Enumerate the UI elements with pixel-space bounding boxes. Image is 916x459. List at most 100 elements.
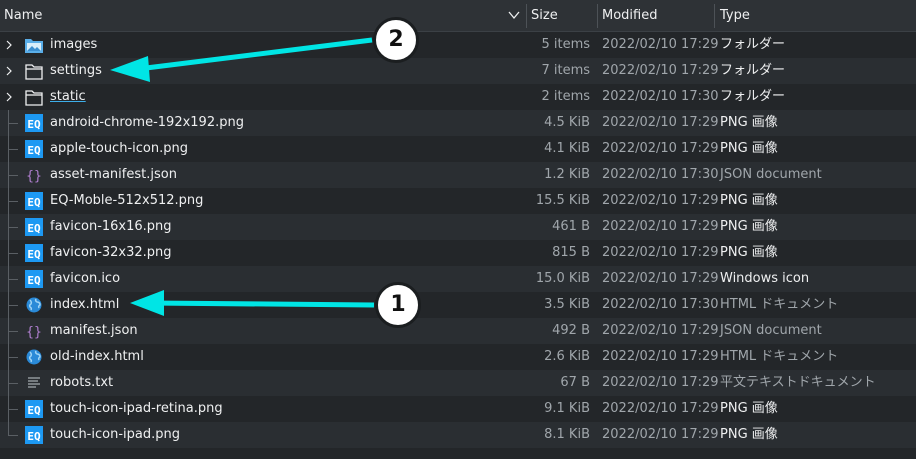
png-image-icon: EQ (25, 218, 43, 236)
file-size: 9.1 KiB (544, 401, 590, 416)
file-name: old-index.html (50, 349, 144, 364)
file-type: 平文テキストドキュメント (720, 375, 876, 390)
file-name: images (50, 37, 98, 52)
tree-branch (8, 357, 18, 358)
folder-images-icon (25, 39, 43, 53)
file-type: JSON document (720, 323, 822, 338)
file-modified: 2022/02/10 17:29 (602, 63, 719, 78)
file-name: static (50, 89, 86, 104)
file-type: JSON document (720, 167, 822, 182)
file-size: 8.1 KiB (544, 427, 590, 442)
json-file-icon: {} (26, 325, 42, 340)
chevron-right-icon[interactable] (4, 40, 14, 50)
svg-text:EQ: EQ (27, 222, 41, 235)
column-header-size[interactable]: Size (527, 0, 597, 32)
file-modified: 2022/02/10 17:29 (602, 401, 719, 416)
file-row[interactable]: EQ EQ-Moble-512x512.png 15.5 KiB 2022/02/10… (0, 188, 916, 214)
svg-text:EQ: EQ (27, 274, 41, 287)
tree-branch (8, 383, 18, 384)
file-size: 2.6 KiB (544, 349, 590, 364)
file-modified: 2022/02/10 17:30 (602, 167, 719, 182)
tree-branch (8, 279, 18, 280)
file-size: 492 B (552, 323, 590, 338)
file-type: PNG 画像 (720, 115, 778, 130)
globe-icon (26, 349, 42, 365)
chevron-down-icon[interactable] (507, 8, 521, 22)
file-row[interactable]: robots.txt 67 B 2022/02/10 17:29 平文テキストドキュメ… (0, 370, 916, 396)
file-type: フォルダー (720, 63, 786, 78)
svg-text:EQ: EQ (27, 404, 41, 417)
folder-icon (25, 90, 43, 106)
column-header-modified-label: Modified (602, 8, 658, 23)
folder-row[interactable]: static 2 items 2022/02/10 17:30 フォルダー (0, 84, 916, 110)
tree-branch (8, 149, 18, 150)
file-size: 15.5 KiB (535, 193, 590, 208)
tree-branch (8, 331, 18, 332)
file-size: 4.1 KiB (544, 141, 590, 156)
column-header-name-label: Name (4, 8, 43, 23)
column-header-type[interactable]: Type (716, 0, 916, 32)
tree-branch (8, 227, 18, 228)
annotation-badge-2: 2 (373, 17, 419, 63)
file-type: PNG 画像 (720, 141, 778, 156)
file-size: 5 items (541, 37, 590, 52)
file-row[interactable]: EQ apple-touch-icon.png 4.1 KiB 2022/02/10 … (0, 136, 916, 162)
chevron-right-icon[interactable] (4, 92, 14, 102)
file-size: 3.5 KiB (544, 297, 590, 312)
column-header-modified[interactable]: Modified (598, 0, 714, 32)
file-row[interactable]: EQ touch-icon-ipad.png 8.1 KiB 2022/02/10 1… (0, 422, 916, 448)
png-image-icon: EQ (25, 114, 43, 132)
svg-text:EQ: EQ (27, 248, 41, 261)
chevron-right-icon[interactable] (4, 66, 14, 76)
text-file-icon (28, 377, 40, 388)
tree-branch (8, 435, 18, 436)
file-name: EQ-Moble-512x512.png (50, 193, 204, 208)
file-row[interactable]: EQ favicon-16x16.png 461 B 2022/02/10 17:29… (0, 214, 916, 240)
file-name: apple-touch-icon.png (50, 141, 188, 156)
png-image-icon: EQ (25, 270, 43, 288)
file-name: android-chrome-192x192.png (50, 115, 244, 130)
file-row[interactable]: EQ favicon.ico 15.0 KiB 2022/02/10 17:29 Win… (0, 266, 916, 292)
file-name: index.html (50, 297, 120, 312)
file-name: settings (50, 63, 102, 78)
file-row[interactable]: EQ favicon-32x32.png 815 B 2022/02/10 17:29… (0, 240, 916, 266)
file-row[interactable]: EQ android-chrome-192x192.png 4.5 KiB 2022/… (0, 110, 916, 136)
file-modified: 2022/02/10 17:30 (602, 297, 719, 312)
tree-line (8, 422, 9, 435)
file-row[interactable]: EQ touch-icon-ipad-retina.png 9.1 KiB 2022/… (0, 396, 916, 422)
file-name: favicon-32x32.png (50, 245, 172, 260)
file-modified: 2022/02/10 17:29 (602, 193, 719, 208)
file-type: HTML ドキュメント (720, 297, 839, 312)
svg-text:{}: {} (26, 325, 42, 340)
tree-branch (8, 123, 18, 124)
tree-branch (8, 409, 18, 410)
file-size: 15.0 KiB (535, 271, 590, 286)
file-row[interactable]: {} asset-manifest.json 1.2 KiB 2022/02/10 1… (0, 162, 916, 188)
file-modified: 2022/02/10 17:29 (602, 37, 719, 52)
file-modified: 2022/02/10 17:29 (602, 349, 719, 364)
tree-branch (8, 175, 18, 176)
png-image-icon: EQ (25, 400, 43, 418)
folder-row[interactable]: images 5 items 2022/02/10 17:29 フォルダー (0, 32, 916, 58)
file-size: 2 items (541, 89, 590, 104)
file-size: 461 B (552, 219, 590, 234)
folder-row[interactable]: settings 7 items 2022/02/10 17:29 フォルダー (0, 58, 916, 84)
column-header-type-label: Type (720, 8, 750, 23)
file-modified: 2022/02/10 17:29 (602, 245, 719, 260)
png-image-icon: EQ (25, 192, 43, 210)
file-row[interactable]: index.html 3.5 KiB 2022/02/10 17:30 HTML ドキ… (0, 292, 916, 318)
file-name: touch-icon-ipad.png (50, 427, 180, 442)
file-row[interactable]: old-index.html 2.6 KiB 2022/02/10 17:29 HTM… (0, 344, 916, 370)
file-type: フォルダー (720, 37, 786, 52)
column-header: Name Size Modified Type (0, 0, 916, 32)
column-header-size-label: Size (531, 8, 558, 23)
file-modified: 2022/02/10 17:29 (602, 375, 719, 390)
file-modified: 2022/02/10 17:29 (602, 271, 719, 286)
file-name: touch-icon-ipad-retina.png (50, 401, 223, 416)
file-size: 67 B (560, 375, 590, 390)
file-size: 815 B (552, 245, 590, 260)
file-row[interactable]: {} manifest.json 492 B 2022/02/10 17:29 JSON… (0, 318, 916, 344)
svg-text:EQ: EQ (27, 430, 41, 443)
column-header-name[interactable]: Name (0, 0, 527, 32)
file-type: PNG 画像 (720, 193, 778, 208)
